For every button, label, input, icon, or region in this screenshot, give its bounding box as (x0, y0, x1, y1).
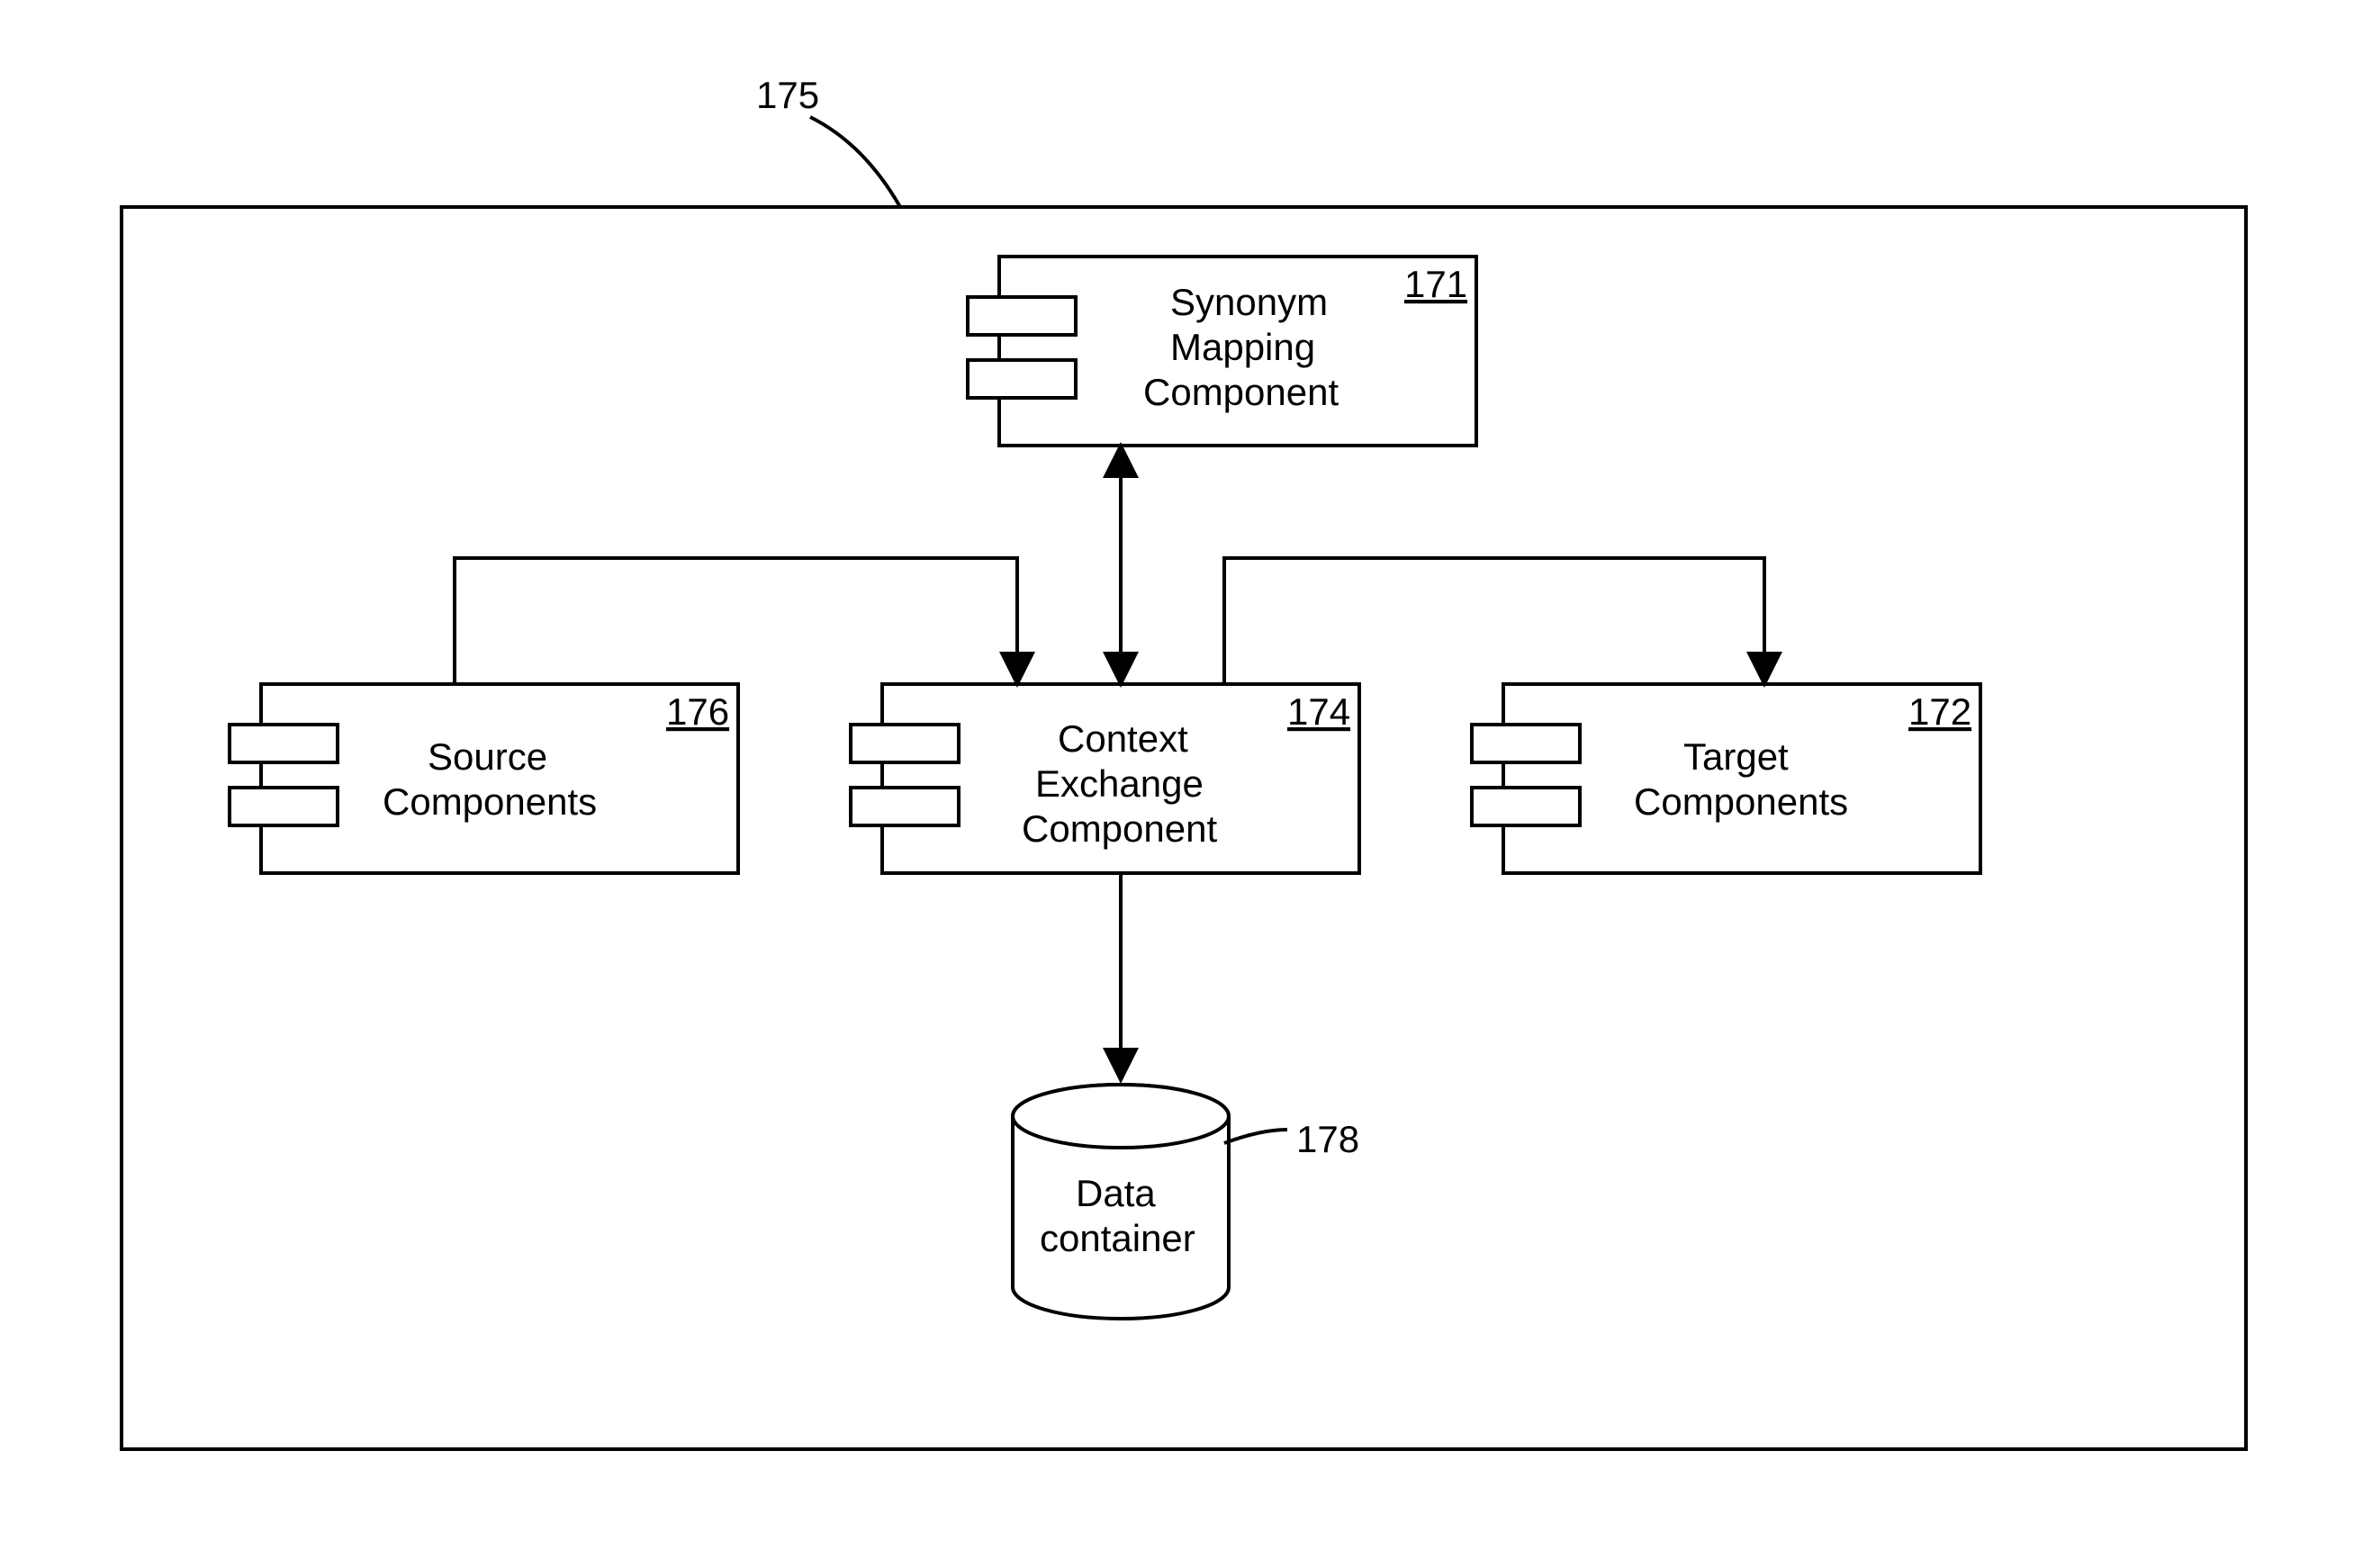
context-line1: Context (1058, 717, 1188, 760)
synonym-line1: Synonym (1170, 281, 1328, 323)
conn-context-to-target (1224, 558, 1764, 684)
context-ref: 174 (1287, 690, 1350, 733)
target-line2: Components (1634, 780, 1848, 823)
source-line1: Source (428, 735, 547, 778)
data-line2: container (1040, 1217, 1195, 1259)
source-component: 176 Source Components (230, 684, 738, 873)
context-line2: Exchange (1035, 762, 1204, 805)
context-component: 174 Context Exchange Component (851, 684, 1359, 873)
outer-ref-label: 175 (756, 74, 819, 116)
data-container: Data container 178 (1013, 1085, 1359, 1319)
target-component: 172 Target Components (1472, 684, 1980, 873)
data-line1: Data (1076, 1172, 1156, 1214)
source-ref: 176 (666, 690, 729, 733)
data-ref: 178 (1296, 1118, 1359, 1160)
synonym-ref: 171 (1404, 263, 1467, 305)
diagram-canvas: 175 171 Synonym Mapping Component 176 So… (0, 0, 2372, 1568)
synonym-line3: Component (1143, 371, 1339, 413)
source-line2: Components (383, 780, 597, 823)
target-line1: Target (1683, 735, 1789, 778)
synonym-line2: Mapping (1170, 326, 1315, 368)
target-ref: 172 (1908, 690, 1971, 733)
conn-source-to-context (455, 558, 1017, 684)
context-line3: Component (1022, 807, 1217, 850)
outer-ref-leader (810, 117, 900, 207)
data-ref-leader (1224, 1130, 1287, 1143)
synonym-component: 171 Synonym Mapping Component (968, 257, 1476, 446)
